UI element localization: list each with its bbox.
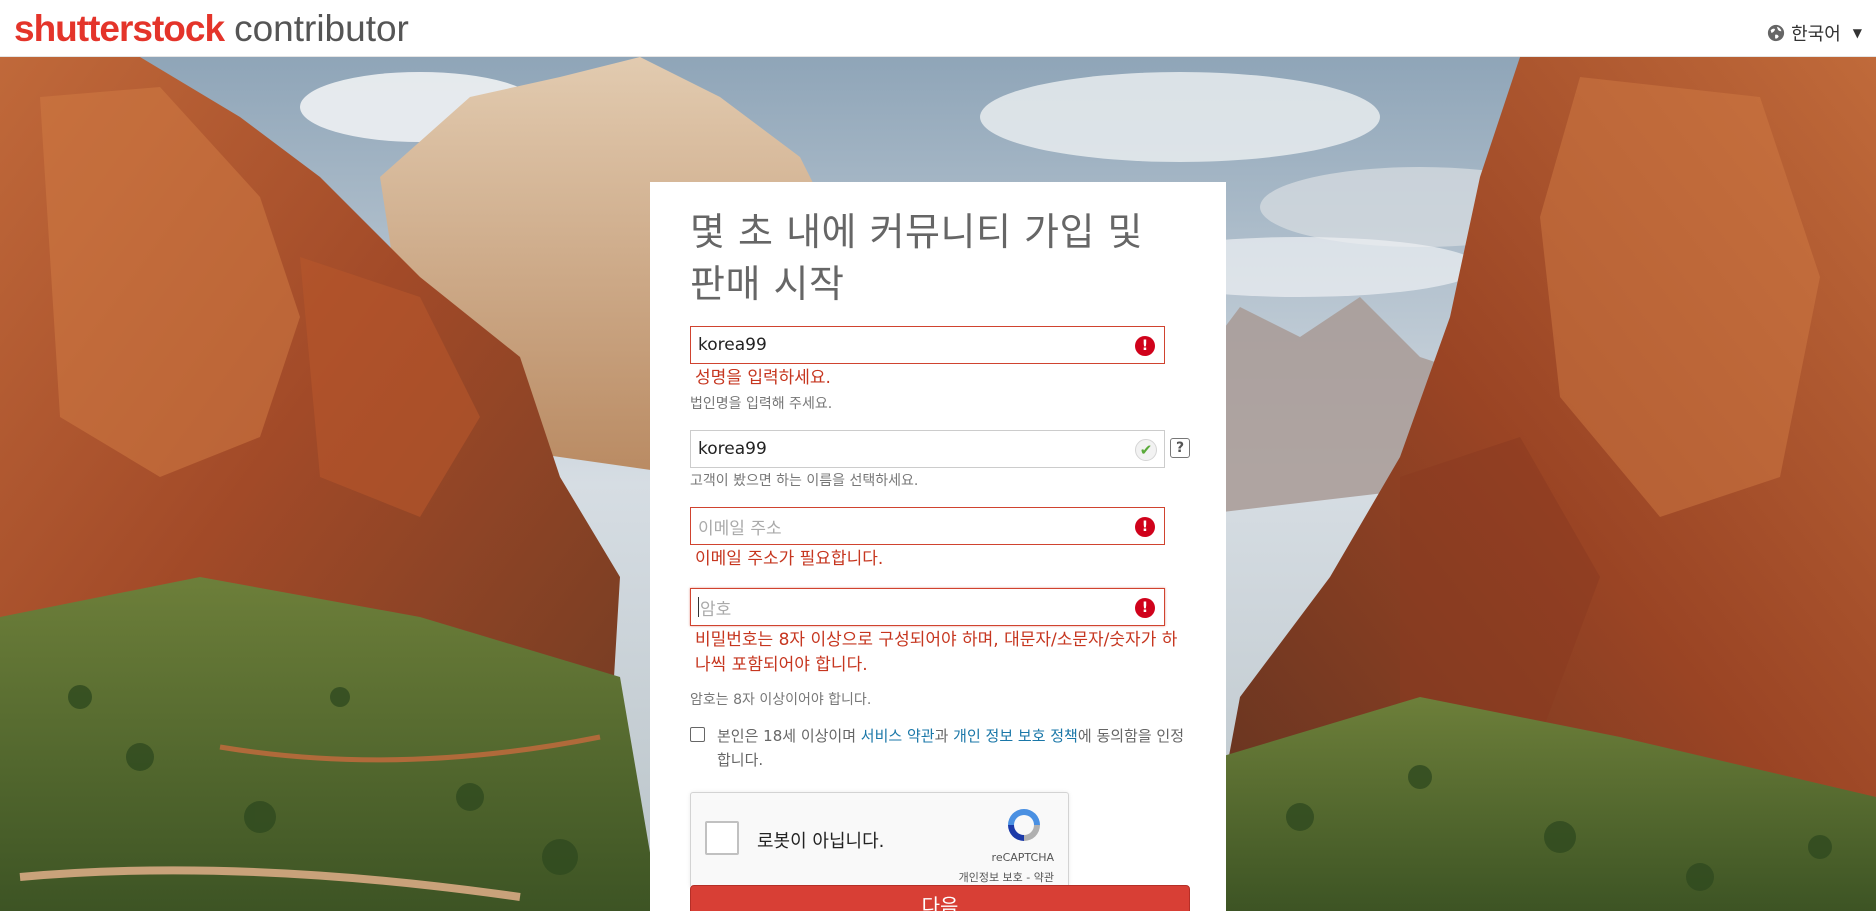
logo-brand: shutterstock	[14, 8, 225, 49]
password-hint: 암호는 8자 이상이어야 합니다.	[690, 692, 872, 708]
language-label: 한국어	[1791, 24, 1841, 45]
help-icon[interactable]: ?	[1170, 438, 1190, 458]
display-name-row: korea99 ✔ ?	[690, 430, 1190, 468]
privacy-policy-link[interactable]: 개인 정보 보호 정책	[953, 727, 1078, 745]
top-header: shutterstock contributor 한국어 ▼	[0, 0, 1876, 57]
terms-agreement: 본인은 18세 이상이며 서비스 약관과 개인 정보 보호 정책에 동의함을 인…	[690, 724, 1186, 772]
email-input[interactable]: 이메일 주소 !	[690, 507, 1165, 545]
terms-middle: 과	[934, 727, 954, 745]
page-title: 몇 초 내에 커뮤니티 가입 및 판매 시작	[690, 210, 1143, 306]
password-placeholder: 암호	[700, 599, 732, 620]
display-name-input[interactable]: korea99 ✔	[690, 430, 1165, 468]
text-cursor	[698, 597, 699, 617]
full-name-input[interactable]: korea99 !	[690, 326, 1165, 364]
language-selector[interactable]: 한국어 ▼	[1767, 20, 1862, 46]
chevron-down-icon: ▼	[1852, 26, 1862, 40]
email-placeholder: 이메일 주소	[698, 518, 782, 539]
terms-text: 본인은 18세 이상이며 서비스 약관과 개인 정보 보호 정책에 동의함을 인…	[717, 724, 1186, 772]
password-input[interactable]: 암호 !	[690, 588, 1165, 626]
full-name-error: 성명을 입력하세요.	[695, 368, 831, 388]
recaptcha-label: 로봇이 아닙니다.	[757, 831, 885, 852]
terms-of-service-link[interactable]: 서비스 약관	[861, 727, 935, 745]
recaptcha-widget: 로봇이 아닙니다. reCAPTCHA 개인정보 보호 - 약관	[690, 792, 1069, 888]
error-icon: !	[1135, 517, 1155, 537]
recaptcha-logo-icon	[1008, 809, 1040, 841]
shutterstock-contributor-logo[interactable]: shutterstock contributor	[14, 9, 409, 49]
terms-checkbox[interactable]	[690, 727, 705, 742]
terms-prefix: 본인은 18세 이상이며	[717, 727, 861, 745]
signup-card: 몇 초 내에 커뮤니티 가입 및 판매 시작 korea99 ! 성명을 입력하…	[650, 182, 1226, 911]
globe-icon	[1767, 24, 1785, 42]
full-name-value: korea99	[698, 335, 767, 355]
recaptcha-brand: reCAPTCHA	[991, 851, 1054, 864]
password-error: 비밀번호는 8자 이상으로 구성되어야 하며, 대문자/소문자/숫자가 하나씩 …	[695, 630, 1178, 675]
next-button[interactable]: 다음	[690, 885, 1190, 911]
logo-sub: contributor	[234, 8, 409, 49]
error-icon: !	[1135, 336, 1155, 356]
error-icon: !	[1135, 598, 1155, 618]
recaptcha-checkbox[interactable]	[705, 821, 739, 855]
checkmark-icon: ✔	[1135, 439, 1157, 461]
full-name-hint: 법인명을 입력해 주세요.	[690, 396, 833, 412]
display-name-hint: 고객이 봤으면 하는 이름을 선택하세요.	[690, 473, 919, 489]
recaptcha-links[interactable]: 개인정보 보호 - 약관	[959, 869, 1054, 885]
email-error: 이메일 주소가 필요합니다.	[695, 549, 884, 569]
display-name-value: korea99	[698, 439, 767, 459]
